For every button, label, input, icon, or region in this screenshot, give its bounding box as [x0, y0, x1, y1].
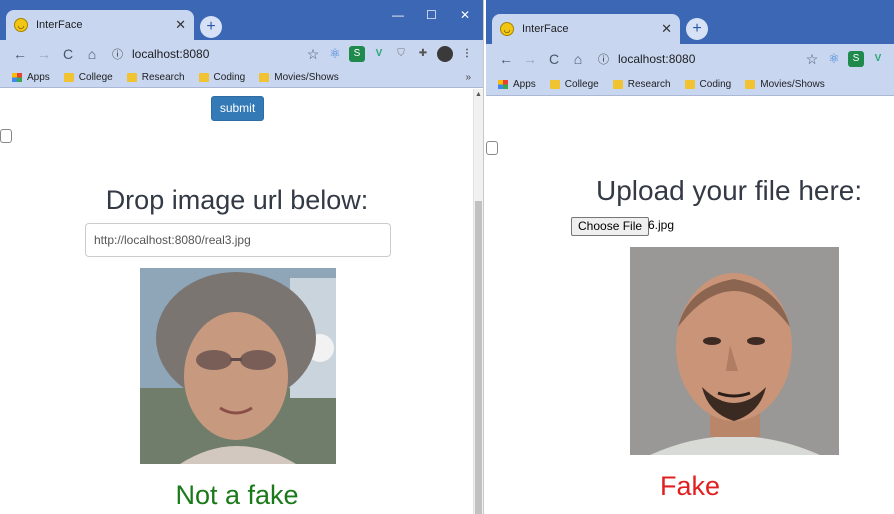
bookmark-research[interactable]: Research	[612, 79, 671, 90]
tab-title: InterFace	[36, 19, 83, 31]
image-url-input[interactable]: http://localhost:8080/real3.jpg	[85, 223, 391, 257]
new-tab-button[interactable]: +	[200, 16, 222, 38]
reload-icon[interactable]: C	[56, 46, 80, 62]
address-bar[interactable]: ⓘ localhost:8080	[598, 48, 804, 70]
vue-devtools-icon[interactable]: V	[870, 51, 886, 67]
info-icon[interactable]: ⓘ	[112, 46, 128, 62]
folder-icon	[259, 73, 270, 82]
folder-icon	[745, 80, 756, 89]
browser-tab[interactable]: ◡ InterFace ✕	[492, 14, 680, 44]
folder-icon	[684, 80, 695, 89]
bookmark-movies-shows[interactable]: Movies/Shows	[745, 79, 825, 90]
browser-tab[interactable]: ◡ InterFace ✕	[6, 10, 194, 40]
forward-icon[interactable]: →	[32, 46, 56, 62]
smiley-favicon-icon: ◡	[14, 18, 28, 32]
bookmark-apps[interactable]: Apps	[498, 79, 536, 90]
react-devtools-icon[interactable]: ⚛	[826, 51, 842, 67]
toolbar-extensions: ☆ ⚛ S V ⛉ ✚ ⋮	[0, 46, 475, 143]
bookmark-star-icon[interactable]: ☆	[804, 51, 820, 67]
uploaded-image-fake	[630, 247, 839, 455]
folder-icon	[63, 73, 74, 82]
toolbar-extensions: ☆ ⚛ S V	[486, 51, 886, 155]
bookmarks-overflow-icon[interactable]: »	[465, 72, 471, 83]
bookmark-college[interactable]: College	[549, 79, 599, 90]
screenshot-stage: ◡ InterFace ✕ + — ☐ ✕ ← → C ⌂ ⓘ localhos…	[0, 0, 894, 514]
apps-grid-icon	[12, 73, 22, 82]
left-browser-window: ◡ InterFace ✕ + — ☐ ✕ ← → C ⌂ ⓘ localhos…	[0, 0, 484, 514]
menu-more-icon[interactable]: ⋮	[459, 46, 475, 62]
react-devtools-icon[interactable]: ⚛	[327, 46, 343, 62]
extensions-puzzle-icon[interactable]: ✚	[415, 46, 431, 62]
apps-grid-icon	[498, 80, 508, 89]
browser-toolbar: ← → C ⌂ ⓘ localhost:8080 ☆ ⚛ S V	[486, 44, 894, 155]
smiley-favicon-icon: ◡	[500, 22, 514, 36]
s-extension-icon[interactable]: S	[848, 51, 864, 67]
minimize-icon[interactable]: —	[392, 8, 404, 22]
scroll-up-arrow-icon[interactable]: ▲	[475, 91, 482, 98]
tab-strip: ◡ InterFace ✕ + — ☐ ✕	[0, 0, 483, 40]
shield-extension-icon[interactable]: ⛉	[393, 46, 409, 62]
page-content: Upload your file here: Choose File 6.jpg	[486, 97, 894, 514]
selected-file-name: 6.jpg	[648, 218, 675, 232]
bookmark-coding[interactable]: Coding	[684, 79, 731, 90]
submit-button[interactable]: submit	[211, 96, 264, 121]
bookmark-college[interactable]: College	[63, 72, 113, 83]
bookmarks-bar: Apps College Research Coding Movies/Show…	[0, 68, 483, 88]
uploaded-image-real	[140, 268, 336, 464]
bookmarks-bar: Apps College Research Coding Movies/Show…	[486, 74, 894, 96]
folder-icon	[198, 73, 209, 82]
vertical-scrollbar[interactable]: ▲	[473, 89, 483, 514]
home-icon[interactable]: ⌂	[566, 51, 590, 67]
page-heading: Drop image url below:	[105, 185, 369, 215]
s-extension-icon[interactable]: S	[349, 46, 365, 62]
page-heading: Upload your file here:	[596, 175, 863, 206]
prediction-result-fake: Fake	[659, 471, 721, 501]
info-icon[interactable]: ⓘ	[598, 51, 614, 67]
home-icon[interactable]: ⌂	[80, 46, 104, 62]
new-tab-button[interactable]: +	[686, 18, 708, 40]
folder-icon	[126, 73, 137, 82]
reload-icon[interactable]: C	[542, 51, 566, 67]
bookmark-apps[interactable]: Apps	[12, 72, 50, 83]
scrollbar-thumb[interactable]	[475, 201, 482, 514]
page-content: submit Drop image url below: http://loca…	[0, 89, 483, 514]
folder-icon	[549, 80, 560, 89]
address-bar[interactable]: ⓘ localhost:8080	[112, 43, 305, 65]
browser-toolbar: ← → C ⌂ ⓘ localhost:8080 ☆ ⚛ S V ⛉ ✚ ⋮	[0, 40, 483, 143]
bookmark-coding[interactable]: Coding	[198, 72, 245, 83]
close-tab-icon[interactable]: ✕	[175, 17, 186, 33]
bookmark-research[interactable]: Research	[126, 72, 185, 83]
maximize-icon[interactable]: ☐	[426, 8, 437, 22]
close-window-icon[interactable]: ✕	[460, 8, 470, 22]
bookmark-movies-shows[interactable]: Movies/Shows	[259, 72, 339, 83]
profile-avatar[interactable]	[437, 46, 453, 62]
prediction-result-real: Not a fake	[175, 480, 299, 510]
folder-icon	[612, 80, 623, 89]
tab-strip: ◡ InterFace ✕ +	[486, 0, 894, 44]
forward-icon[interactable]: →	[518, 51, 542, 67]
vue-devtools-icon[interactable]: V	[371, 46, 387, 62]
back-icon[interactable]: ←	[494, 51, 518, 67]
address-url: localhost:8080	[618, 52, 696, 66]
right-browser-window: ◡ InterFace ✕ + ← → C ⌂ ⓘ localhost:8080…	[486, 0, 894, 514]
tab-title: InterFace	[522, 23, 569, 35]
choose-file-button[interactable]: Choose File	[571, 217, 650, 236]
back-icon[interactable]: ←	[8, 46, 32, 62]
close-tab-icon[interactable]: ✕	[661, 21, 672, 37]
address-url: localhost:8080	[132, 47, 210, 61]
bookmark-star-icon[interactable]: ☆	[305, 46, 321, 62]
